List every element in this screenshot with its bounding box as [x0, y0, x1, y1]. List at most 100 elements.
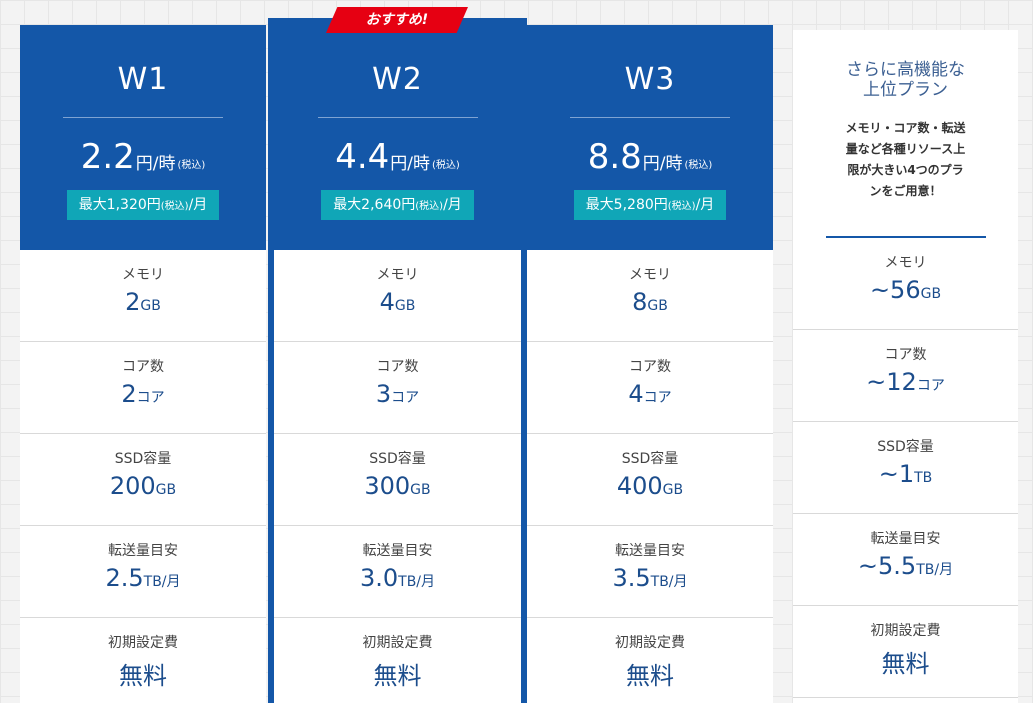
spec-value: 無料	[274, 656, 521, 691]
spec-row-cores: コア数 4コア	[527, 342, 773, 434]
spec-value: 8GB	[527, 288, 773, 316]
ssd-unit: GB	[155, 482, 177, 498]
spec-value: 200GB	[20, 472, 266, 500]
ssd-value: 300	[364, 472, 411, 500]
title-line: さらに高機能な	[846, 60, 965, 80]
setup-value: 無料	[881, 650, 930, 678]
header-divider	[63, 117, 223, 118]
memory-value: 56	[890, 276, 921, 304]
price-unit: 円/時	[642, 154, 683, 174]
spec-row-transfer: 転送量目安 3.0TB/月	[274, 526, 521, 618]
spec-row-cores: コア数 ~12コア	[793, 330, 1018, 422]
spec-value: 無料	[527, 656, 773, 691]
memory-unit: GB	[394, 298, 416, 314]
spec-value: ~5.5TB/月	[793, 552, 1018, 580]
spec-row-setup: 初期設定費 無料	[793, 606, 1018, 698]
transfer-value: 3.5	[612, 564, 651, 592]
monthly-cap: 最大1,320円(税込)/月	[66, 190, 220, 220]
ssd-unit: GB	[410, 482, 431, 498]
spec-value: 4コア	[527, 380, 773, 408]
price-tax: (税込)	[684, 160, 713, 171]
plan-header: W3 8.8 円/時 (税込) 最大5,280円(税込)/月	[527, 25, 773, 250]
hourly-price: 4.4 円/時 (税込)	[268, 138, 527, 174]
spec-label: SSD容量	[369, 451, 426, 467]
transfer-value: 2.5	[105, 564, 144, 592]
ssd-value: 200	[109, 472, 156, 500]
desc-line: ンをご用意！	[869, 184, 942, 198]
hourly-price: 2.2 円/時 (税込)	[20, 138, 266, 174]
spec-row-transfer: 転送量目安 2.5TB/月	[20, 526, 266, 618]
price-unit: 円/時	[135, 154, 176, 174]
spec-row-transfer: 転送量目安 3.5TB/月	[527, 526, 773, 618]
spec-label: SSD容量	[114, 451, 172, 467]
spec-label: 転送量目安	[362, 543, 433, 559]
spec-row-ssd: SSD容量 400GB	[527, 434, 773, 526]
cap-tax: (税込)	[415, 201, 444, 212]
higher-plan-description: メモリ・コア数・転送 量など各種リソース上 限が大きい4つのプラ ンをご用意！	[793, 118, 1018, 236]
cap-tax: (税込)	[160, 201, 189, 212]
tilde: ~	[869, 276, 891, 304]
spec-row-ssd: SSD容量 200GB	[20, 434, 266, 526]
memory-value: 4	[379, 288, 395, 316]
header-divider	[317, 117, 478, 118]
spec-value: 無料	[793, 644, 1018, 679]
cores-value: 12	[886, 368, 917, 396]
cores-value: 3	[375, 380, 392, 408]
desc-line: 量など各種リソース上	[845, 142, 966, 156]
spec-row-setup: 初期設定費 無料	[527, 618, 773, 703]
spec-label: 初期設定費	[362, 635, 433, 651]
memory-value: 8	[632, 288, 648, 316]
spec-row-memory: メモリ ~56GB	[793, 238, 1018, 330]
plan-card-w3: W3 8.8 円/時 (税込) 最大5,280円(税込)/月 メモリ 8GB コ…	[527, 25, 773, 703]
cores-unit: コア	[391, 390, 420, 406]
spec-row-transfer: 転送量目安 ~5.5TB/月	[793, 514, 1018, 606]
monthly-cap: 最大5,280円(税込)/月	[573, 190, 727, 220]
header-divider	[570, 117, 730, 118]
spec-label: SSD容量	[621, 451, 679, 467]
spec-label: 転送量目安	[615, 543, 685, 559]
cores-unit: コア	[916, 378, 945, 394]
cores-unit: コア	[643, 390, 672, 406]
cap-tax: (税込)	[667, 201, 696, 212]
cores-value: 2	[121, 380, 137, 408]
cap-suffix: /月	[188, 197, 208, 213]
transfer-unit: TB/月	[650, 574, 688, 590]
monthly-cap: 最大2,640円(税込)/月	[321, 190, 474, 220]
memory-value: 2	[125, 288, 141, 316]
spec-label: 転送量目安	[870, 531, 941, 547]
plan-header: W1 2.2 円/時 (税込) 最大1,320円(税込)/月	[20, 25, 266, 250]
spec-value: 無料	[20, 656, 266, 691]
price-value: 8.8	[587, 137, 642, 177]
spec-value: 2.5TB/月	[20, 564, 266, 592]
cap-suffix: /月	[443, 197, 462, 213]
plan-card-w1: W1 2.2 円/時 (税込) 最大1,320円(税込)/月 メモリ 2GB コ…	[20, 25, 266, 703]
spec-row-setup: 初期設定費 無料	[20, 618, 266, 703]
spec-value: 2GB	[20, 288, 266, 316]
spec-label: コア数	[122, 359, 164, 375]
plan-specs: メモリ ~56GB コア数 ~12コア SSD容量 ~1TB 転送量目安 ~5.…	[793, 238, 1018, 698]
hourly-price: 8.8 円/時 (税込)	[527, 138, 773, 174]
spec-value: 3.5TB/月	[527, 564, 773, 592]
plan-card-higher: さらに高機能な 上位プラン メモリ・コア数・転送 量など各種リソース上 限が大き…	[793, 30, 1018, 703]
spec-value: ~1TB	[793, 460, 1018, 488]
spec-label: コア数	[884, 347, 927, 363]
price-tax: (税込)	[432, 160, 460, 171]
transfer-unit: TB/月	[143, 574, 181, 590]
tilde: ~	[857, 552, 879, 580]
title-line: 上位プラン	[863, 80, 948, 100]
transfer-unit: TB/月	[398, 574, 436, 590]
ssd-unit: GB	[662, 482, 684, 498]
spec-value: 3コア	[274, 380, 521, 408]
setup-value: 無料	[626, 662, 674, 690]
spec-row-memory: メモリ 8GB	[527, 250, 773, 342]
spec-value: ~56GB	[793, 276, 1018, 304]
cap-prefix: 最大2,640円	[333, 197, 416, 213]
cap-prefix: 最大1,320円	[78, 197, 161, 213]
spec-value: 3.0TB/月	[274, 564, 521, 592]
spec-label: メモリ	[884, 255, 927, 271]
price-value: 2.2	[80, 137, 135, 177]
spec-row-memory: メモリ 4GB	[274, 250, 521, 342]
spec-label: メモリ	[376, 267, 419, 283]
spec-value: 2コア	[20, 380, 266, 408]
price-unit: 円/時	[390, 154, 430, 174]
